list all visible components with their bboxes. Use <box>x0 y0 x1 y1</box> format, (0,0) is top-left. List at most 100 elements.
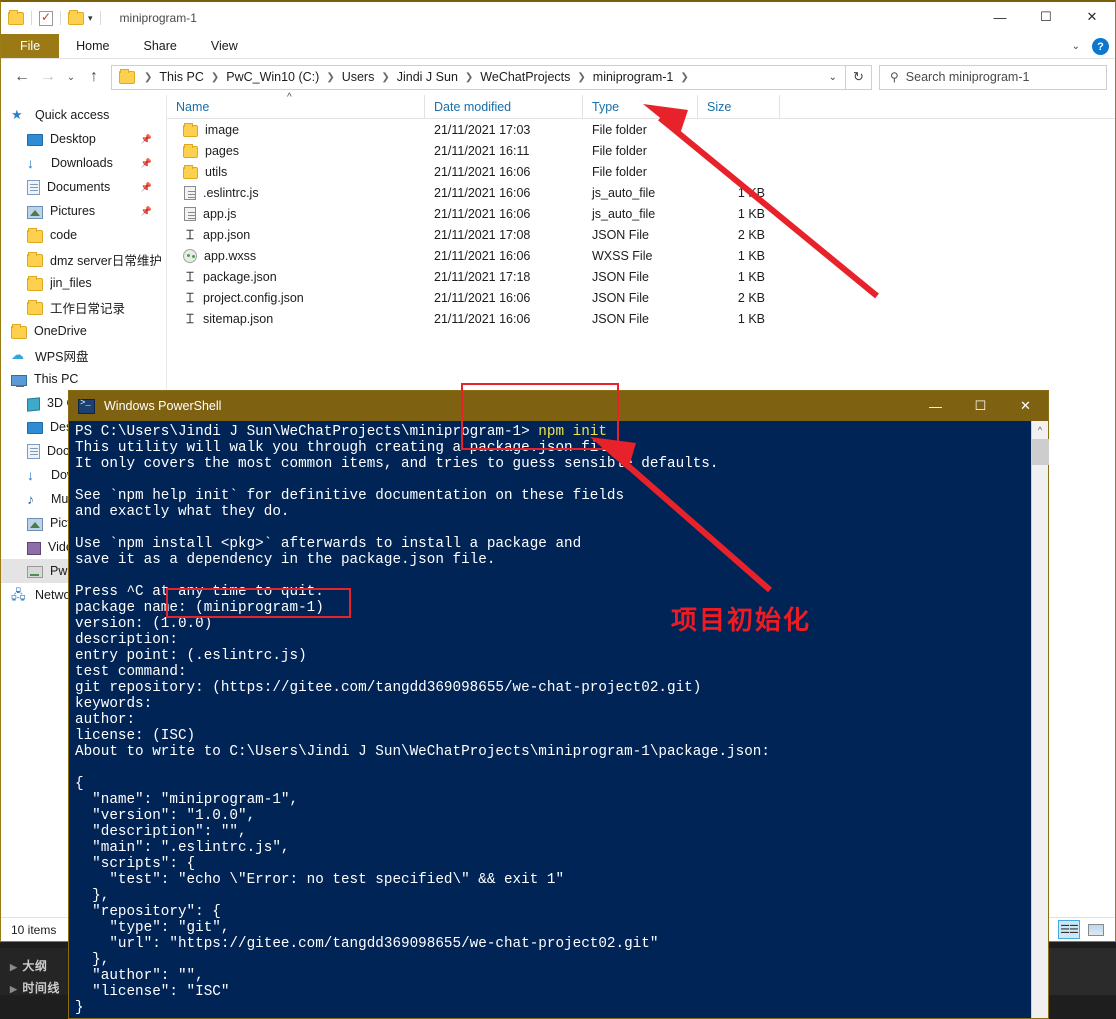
window-controls: — ☐ ✕ <box>977 2 1115 32</box>
pin-icon[interactable]: 📌 <box>141 134 152 145</box>
file-name: sitemap.json <box>203 311 274 326</box>
chevron-down-icon[interactable]: ⌄ <box>1072 41 1080 52</box>
sidebar-item-label: This PC <box>34 372 79 386</box>
chevron-down-icon[interactable]: ▾ <box>88 13 93 24</box>
picture-icon <box>27 205 43 219</box>
breadcrumb-item-users[interactable]: Users <box>340 70 377 84</box>
sidebar-item-label: Pictures <box>50 204 96 218</box>
column-header-name[interactable]: Name ^ <box>167 91 425 119</box>
breadcrumb[interactable]: ❯ This PC ❯ PwC_Win10 (C:) ❯ Users ❯ Jin… <box>111 64 846 90</box>
sidebar-item-[interactable]: 工作日常记录 <box>1 295 166 319</box>
sidebar-item-this-pc[interactable]: This PC <box>1 367 166 391</box>
column-header-date[interactable]: Date modified <box>425 94 583 119</box>
breadcrumb-item-drive[interactable]: PwC_Win10 (C:) <box>224 70 321 84</box>
search-icon: ⚲ <box>890 70 899 84</box>
table-row[interactable]: .eslintrc.js 21/11/2021 16:06 js_auto_file… <box>167 182 1115 203</box>
forward-button[interactable]: → <box>35 64 61 90</box>
view-mode-buttons: ☰☰ <box>1058 920 1107 939</box>
sidebar-item-onedrive[interactable]: OneDrive <box>1 319 166 343</box>
tab-share[interactable]: Share <box>127 34 194 58</box>
document-icon <box>27 180 40 195</box>
file-name-cell: image <box>167 122 425 137</box>
sort-ascending-icon: ^ <box>287 91 292 103</box>
powershell-icon <box>78 398 95 414</box>
table-row[interactable]: ⌶ sitemap.json 21/11/2021 16:06 JSON File 1 … <box>167 308 1115 329</box>
folder-icon <box>27 227 43 243</box>
sidebar-item-documents[interactable]: Documents 📌 <box>1 175 166 199</box>
properties-icon[interactable] <box>39 9 53 26</box>
cloud-icon: ☁ <box>11 347 24 362</box>
table-row[interactable]: ⌶ package.json 21/11/2021 17:18 JSON File 1 … <box>167 266 1115 287</box>
table-row[interactable]: image 21/11/2021 17:03 File folder <box>167 119 1115 140</box>
file-name-cell: ⌶ package.json <box>167 269 425 284</box>
scroll-up-icon[interactable]: ^ <box>1032 421 1048 438</box>
divider <box>60 11 61 25</box>
json-file-icon: ⌶ <box>186 227 194 242</box>
sidebar-item-code[interactable]: code <box>1 223 166 247</box>
breadcrumb-separator: ❯ <box>381 71 390 83</box>
sidebar-item-jin-files[interactable]: jin_files <box>1 271 166 295</box>
close-button[interactable]: ✕ <box>1003 391 1048 421</box>
ribbon-tabs: File Home Share View ⌄ ? <box>1 34 1115 59</box>
vscode-timeline-section[interactable]: ▶ 时间线 <box>10 979 60 996</box>
pin-icon[interactable]: 📌 <box>141 158 152 169</box>
large-icons-view-button[interactable] <box>1085 920 1107 939</box>
search-input[interactable]: Search miniprogram-1 <box>906 70 1030 84</box>
file-size: 1 KB <box>737 311 765 326</box>
new-folder-icon[interactable] <box>68 9 84 25</box>
vscode-outline-label: 大纲 <box>22 959 48 973</box>
column-header-type[interactable]: Type <box>583 94 698 119</box>
powershell-window-controls: — ☐ ✕ <box>913 391 1048 421</box>
chevron-down-icon[interactable]: ⌄ <box>829 72 837 83</box>
sidebar-item-desktop[interactable]: Desktop 📌 <box>1 127 166 151</box>
recent-locations-button[interactable]: ⌄ <box>61 64 81 90</box>
sidebar-item-label: jin_files <box>50 276 92 290</box>
breadcrumb-item-miniprogram[interactable]: miniprogram-1 <box>591 70 676 84</box>
chevron-right-icon: ▶ <box>10 962 18 972</box>
refresh-button[interactable]: ↻ <box>846 64 872 90</box>
tab-home[interactable]: Home <box>59 34 126 58</box>
maximize-button[interactable]: ☐ <box>958 391 1003 421</box>
table-row[interactable]: pages 21/11/2021 16:11 File folder <box>167 140 1115 161</box>
breadcrumb-item-user[interactable]: Jindi J Sun <box>395 70 460 84</box>
pin-icon[interactable]: 📌 <box>141 182 152 193</box>
vscode-outline-section[interactable]: ▶ 大纲 <box>10 957 47 974</box>
chevron-right-icon: ▶ <box>10 984 18 994</box>
picture-icon <box>27 517 43 531</box>
folder-icon[interactable] <box>8 9 24 25</box>
details-view-button[interactable]: ☰☰ <box>1058 920 1080 939</box>
minimize-button[interactable]: — <box>977 2 1023 32</box>
scrollbar-thumb[interactable] <box>1032 439 1049 465</box>
table-row[interactable]: app.wxss 21/11/2021 16:06 WXSS File 1 KB <box>167 245 1115 266</box>
terminal-output[interactable]: PS C:\Users\Jindi J Sun\WeChatProjects\m… <box>69 421 1031 1018</box>
desktop-icon <box>27 134 43 146</box>
up-button[interactable]: ↑ <box>81 64 107 90</box>
help-icon[interactable]: ? <box>1092 38 1109 55</box>
table-row[interactable]: ⌶ project.config.json 21/11/2021 16:06 JSON… <box>167 287 1115 308</box>
search-box[interactable]: ⚲ Search miniprogram-1 <box>879 64 1107 90</box>
close-button[interactable]: ✕ <box>1069 2 1115 32</box>
table-row[interactable]: app.js 21/11/2021 16:06 js_auto_file 1 KB <box>167 203 1115 224</box>
powershell-body: PS C:\Users\Jindi J Sun\WeChatProjects\m… <box>69 421 1049 1018</box>
terminal-scrollbar[interactable]: ^ <box>1031 421 1049 1018</box>
breadcrumb-item-wechatprojects[interactable]: WeChatProjects <box>478 70 572 84</box>
tab-file[interactable]: File <box>1 34 60 58</box>
column-label: Name <box>176 99 210 114</box>
sidebar-item-quick-access[interactable]: ★ Quick access <box>1 103 166 127</box>
sidebar-item-dmz-server[interactable]: dmz server日常维护 <box>1 247 166 271</box>
sidebar-item-pictures[interactable]: Pictures 📌 <box>1 199 166 223</box>
pin-icon[interactable]: 📌 <box>141 206 152 217</box>
back-button[interactable]: ← <box>9 64 35 90</box>
file-type: File folder <box>592 164 647 179</box>
table-row[interactable]: ⌶ app.json 21/11/2021 17:08 JSON File 2 KB <box>167 224 1115 245</box>
file-name-cell: utils <box>167 164 425 179</box>
maximize-button[interactable]: ☐ <box>1023 2 1069 32</box>
breadcrumb-item-this-pc[interactable]: This PC <box>157 70 205 84</box>
table-row[interactable]: utils 21/11/2021 16:06 File folder <box>167 161 1115 182</box>
minimize-button[interactable]: — <box>913 391 958 421</box>
sidebar-item-downloads[interactable]: ↓ Downloads 📌 <box>1 151 166 175</box>
column-header-size[interactable]: Size <box>698 94 780 119</box>
sidebar-item-wps[interactable]: ☁ WPS网盘 <box>1 343 166 367</box>
breadcrumb-separator: ❯ <box>577 71 586 83</box>
tab-view[interactable]: View <box>194 34 255 58</box>
